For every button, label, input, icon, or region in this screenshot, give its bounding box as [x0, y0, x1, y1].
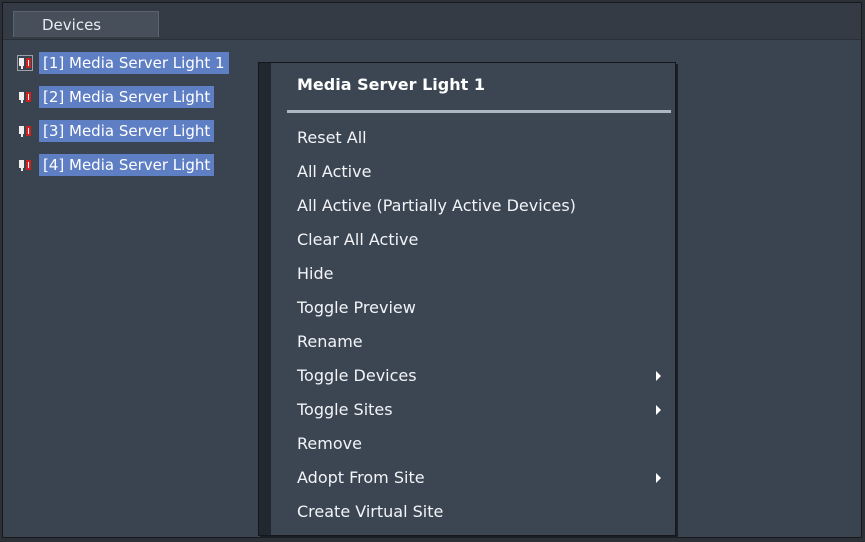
menu-item-create-virtual-site[interactable]: Create Virtual Site — [271, 497, 675, 527]
menu-separator — [287, 110, 671, 113]
menu-item-label: All Active — [297, 162, 372, 181]
menu-item-rename[interactable]: Rename — [271, 327, 675, 357]
panel-header: Devices — [3, 3, 861, 40]
menu-item-all-active-partial[interactable]: All Active (Partially Active Devices) — [271, 191, 675, 221]
device-row[interactable]: [1] Media Server Light 1 — [17, 51, 297, 75]
menu-item-label: Remove — [297, 434, 362, 453]
device-row[interactable]: [4] Media Server Light — [17, 153, 297, 177]
menu-item-label: Toggle Devices — [297, 366, 417, 385]
menu-item-reset-all[interactable]: Reset All — [271, 123, 675, 153]
menu-item-label: Create Virtual Site — [297, 502, 444, 521]
device-row[interactable]: [3] Media Server Light — [17, 119, 297, 143]
device-label: [1] Media Server Light 1 — [39, 52, 229, 74]
submenu-arrow-icon — [656, 371, 661, 381]
device-label: [4] Media Server Light — [39, 154, 215, 176]
menu-item-remove[interactable]: Remove — [271, 429, 675, 459]
media-server-device-icon — [19, 92, 31, 103]
menu-item-hide[interactable]: Hide — [271, 259, 675, 289]
menu-item-label: Toggle Preview — [297, 298, 416, 317]
menu-item-label: Clear All Active — [297, 230, 419, 249]
submenu-arrow-icon — [656, 473, 661, 483]
menu-item-toggle-preview[interactable]: Toggle Preview — [271, 293, 675, 323]
menu-side-stripe — [259, 63, 271, 535]
menu-item-toggle-sites[interactable]: Toggle Sites — [271, 395, 675, 425]
context-menu-title: Media Server Light 1 — [297, 75, 485, 94]
menu-item-clear-all-active[interactable]: Clear All Active — [271, 225, 675, 255]
media-server-device-icon — [19, 160, 31, 171]
menu-item-label: Rename — [297, 332, 363, 351]
device-label: [2] Media Server Light — [39, 86, 215, 108]
menu-item-label: Hide — [297, 264, 334, 283]
menu-item-all-active[interactable]: All Active — [271, 157, 675, 187]
menu-item-toggle-devices[interactable]: Toggle Devices — [271, 361, 675, 391]
menu-item-label: All Active (Partially Active Devices) — [297, 196, 576, 215]
media-server-device-icon — [19, 126, 31, 137]
device-row[interactable]: [2] Media Server Light — [17, 85, 297, 109]
context-menu: Media Server Light 1 Reset All All Activ… — [258, 62, 676, 536]
menu-item-label: Reset All — [297, 128, 367, 147]
tab-devices[interactable]: Devices — [13, 11, 159, 37]
menu-item-label: Toggle Sites — [297, 400, 393, 419]
menu-item-label: Adopt From Site — [297, 468, 425, 487]
media-server-device-icon — [17, 55, 33, 71]
submenu-arrow-icon — [656, 405, 661, 415]
menu-item-adopt-from-site[interactable]: Adopt From Site — [271, 463, 675, 493]
device-label: [3] Media Server Light — [39, 120, 215, 142]
